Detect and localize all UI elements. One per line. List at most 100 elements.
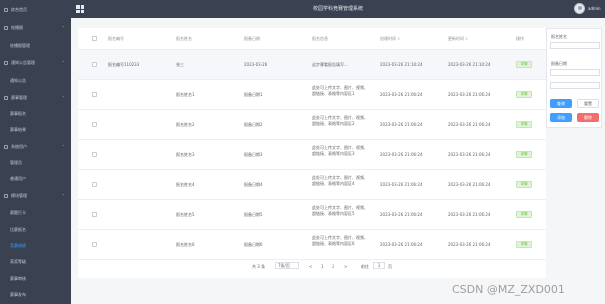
- sidebar: 综合首页 轮播图 ⌃ 轮播图管理 通知公告管理 ⌃ 通知公告 赛事管理 ⌃ 赛事报名 …: [0, 0, 71, 304]
- sidebar-item-contest-result[interactable]: 赛事结果: [0, 124, 71, 136]
- sidebar-item-label: 轮播图管理: [10, 43, 30, 48]
- sort-icon[interactable]: ⇕: [465, 36, 468, 41]
- page-1[interactable]: 1: [321, 264, 324, 269]
- row-checkbox[interactable]: [92, 62, 97, 67]
- column-header[interactable]: 报备日期: [244, 36, 260, 42]
- detail-button[interactable]: 详情: [516, 91, 532, 98]
- page-size-select[interactable]: 7条/页: [275, 262, 299, 269]
- column-header[interactable]: 报名信息: [312, 36, 328, 42]
- cell-name: 报名姓名5: [176, 212, 195, 217]
- sidebar-item-label: 赛题打卡: [10, 210, 26, 215]
- sidebar-item-publish[interactable]: 赛事发布: [0, 289, 71, 301]
- sidebar-item-scores[interactable]: 竞赛成绩: [0, 240, 71, 252]
- detail-button[interactable]: 详情: [516, 181, 532, 188]
- app-title: 校园学科竞赛管理系统: [312, 6, 363, 12]
- name-label: 报名姓名: [551, 34, 567, 39]
- sidebar-item-notice[interactable]: 通知公告: [0, 75, 71, 87]
- cell-updated: 2023-03-26 21:06:24: [448, 152, 491, 157]
- column-header[interactable]: 更新时间⇕: [448, 36, 468, 42]
- cell-created: 2023-03-26 21:10:24: [380, 62, 423, 67]
- sidebar-group-notice[interactable]: 通知公告管理 ⌃: [0, 57, 71, 69]
- sidebar-group-contest[interactable]: 赛事管理 ⌃: [0, 92, 71, 104]
- bell-icon: [4, 61, 8, 65]
- cell-name: 报名姓名4: [176, 182, 195, 187]
- next-page-button[interactable]: >: [344, 264, 347, 269]
- column-header[interactable]: 报名姓名: [176, 36, 192, 42]
- pagination-total: 共 3 条: [252, 264, 266, 269]
- sidebar-item-label: 通知公告: [10, 78, 26, 83]
- row-checkbox[interactable]: [92, 182, 97, 187]
- sidebar-group-modules[interactable]: 模块管理 ⌃: [0, 190, 71, 202]
- cell-date: 2023-03-26: [244, 62, 268, 67]
- page-2[interactable]: 2: [332, 264, 335, 269]
- search-panel: 报名姓名 报备日期 查询 重置 添加 删除: [546, 28, 602, 128]
- sidebar-item-match-signup[interactable]: 比赛报名: [0, 224, 71, 236]
- delete-button[interactable]: 删除: [577, 113, 599, 122]
- cell-name: 报名姓名2: [176, 122, 195, 127]
- cell-info: 这步骤看报告填写...: [312, 62, 348, 67]
- cell-date: 报备日期1: [244, 92, 263, 97]
- extra-input[interactable]: [550, 82, 600, 89]
- table-row[interactable]: 报名姓名4 报备日期4 此处可上传文字、图片、视频、超链接、表格等内容区4 2023-…: [78, 170, 546, 200]
- sidebar-item-contest-signup[interactable]: 赛事报名: [0, 108, 71, 120]
- cell-name: 报名姓名3: [176, 152, 195, 157]
- cell-created: 2023-03-26 21:06:24: [380, 122, 423, 127]
- chevron-up-icon: ⌃: [61, 193, 65, 198]
- cell-date: 报备日期5: [244, 212, 263, 217]
- table-row[interactable]: 报名编号110233 张三 2023-03-26 这步骤看报告填写... 2023-03…: [78, 50, 546, 80]
- watermark: CSDN @MZ_ZXD001: [452, 283, 565, 296]
- cell-info: 此处可上传文字、图片、视频、超链接、表格等内容区3: [312, 145, 368, 156]
- sidebar-item-label: 赛事结果: [10, 127, 26, 132]
- add-button[interactable]: 添加: [550, 113, 572, 122]
- row-checkbox[interactable]: [92, 152, 97, 157]
- username[interactable]: admin: [588, 6, 601, 11]
- sidebar-item-checkin[interactable]: 赛题打卡: [0, 207, 71, 219]
- sidebar-item-award-level[interactable]: 获奖等级: [0, 256, 71, 268]
- row-checkbox[interactable]: [92, 92, 97, 97]
- table-row[interactable]: 报名姓名1 报备日期1 此处可上传文字、图片、视频、超链接、表格等内容区1 2023-…: [78, 80, 546, 110]
- date-label: 报备日期: [551, 61, 567, 66]
- table-row[interactable]: 报名姓名6 报备日期6 此处可上传文字、图片、视频、超链接、表格等内容区6 2023-…: [78, 230, 546, 260]
- name-input[interactable]: [550, 42, 600, 49]
- sidebar-item-label: 系统用户: [11, 144, 27, 149]
- detail-button[interactable]: 详情: [516, 61, 532, 68]
- sidebar-item-label: 管理员: [10, 160, 22, 165]
- sidebar-item-label: 比赛报名: [10, 227, 26, 232]
- cell-info: 此处可上传文字、图片、视频、超链接、表格等内容区4: [312, 175, 368, 186]
- column-header[interactable]: 创建时间⇕: [380, 36, 400, 42]
- table-row[interactable]: 报名姓名5 报备日期5 此处可上传文字、图片、视频、超链接、表格等内容区5 2023-…: [78, 200, 546, 230]
- date-input[interactable]: [550, 69, 600, 76]
- detail-button[interactable]: 详情: [516, 241, 532, 248]
- table-row[interactable]: 报名姓名2 报备日期2 此处可上传文字、图片、视频、超链接、表格等内容区2 2023-…: [78, 110, 546, 140]
- sidebar-item-admin[interactable]: 管理员: [0, 157, 71, 169]
- cell-created: 2023-03-26 21:06:24: [380, 152, 423, 157]
- sidebar-item-label: 获奖等级: [10, 259, 26, 264]
- cell-info: 此处可上传文字、图片、视频、超链接、表格等内容区2: [312, 115, 368, 126]
- cell-created: 2023-03-26 21:06:24: [380, 212, 423, 217]
- column-header[interactable]: 报名编号: [108, 36, 124, 42]
- data-table: 报名编号 报名姓名 报备日期 报名信息 创建时间⇕ 更新时间⇕ 操作 报名编号1…: [78, 28, 546, 278]
- search-button[interactable]: 查询: [550, 99, 572, 108]
- row-checkbox[interactable]: [92, 242, 97, 247]
- cell-date: 报备日期2: [244, 122, 263, 127]
- chevron-up-icon: ⌃: [61, 144, 65, 149]
- sidebar-item-review[interactable]: 赛事审核: [0, 273, 71, 285]
- prev-page-button[interactable]: <: [309, 264, 312, 269]
- detail-button[interactable]: 详情: [516, 151, 532, 158]
- table-row[interactable]: 报名姓名3 报备日期3 此处可上传文字、图片、视频、超链接、表格等内容区3 2023-…: [78, 140, 546, 170]
- reset-button[interactable]: 重置: [577, 99, 599, 108]
- select-all-checkbox[interactable]: [92, 36, 97, 41]
- sidebar-group-carousel[interactable]: 轮播图 ⌃: [0, 22, 71, 34]
- sidebar-item-home[interactable]: 综合首页: [0, 4, 71, 16]
- detail-button[interactable]: 详情: [516, 211, 532, 218]
- row-checkbox[interactable]: [92, 212, 97, 217]
- sidebar-group-users[interactable]: 系统用户 ⌃: [0, 141, 71, 153]
- sidebar-item-carousel-manage[interactable]: 轮播图管理: [0, 40, 71, 52]
- sort-icon[interactable]: ⇕: [397, 36, 400, 41]
- goto-input[interactable]: 1: [373, 262, 385, 269]
- trophy-icon: [4, 96, 8, 100]
- detail-button[interactable]: 详情: [516, 121, 532, 128]
- row-checkbox[interactable]: [92, 122, 97, 127]
- sidebar-item-normal-user[interactable]: 普通用户: [0, 173, 71, 185]
- avatar[interactable]: [574, 3, 585, 14]
